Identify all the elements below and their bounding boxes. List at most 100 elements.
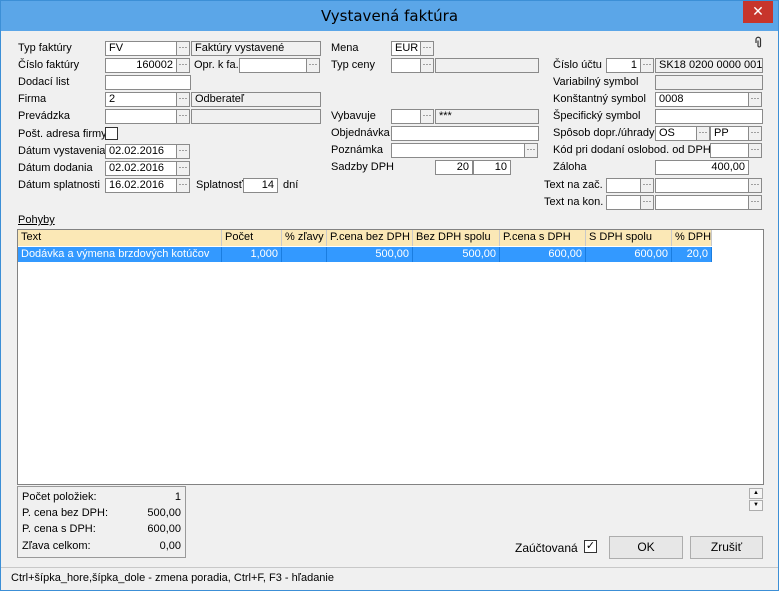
text-na-kon-lookup-button[interactable]: ··· <box>641 195 654 210</box>
text-na-zac-field[interactable] <box>606 178 641 193</box>
pocet-poloziek-value: 1 <box>174 491 181 503</box>
column-header-dph[interactable]: % DPH <box>672 230 712 246</box>
ok-button[interactable]: OK <box>609 536 683 559</box>
table-row-cell-s-dph-spolu[interactable]: 600,00 <box>586 247 672 262</box>
opr-k-fa-field[interactable] <box>239 58 307 73</box>
p-cena-bez-dph-label: P. cena bez DPH: <box>22 507 109 519</box>
typ-ceny-lookup-button[interactable]: ··· <box>421 58 434 73</box>
sposob-uhrady-field[interactable]: PP <box>710 126 749 141</box>
table-row-cell-text[interactable]: Dodávka a výmena brzdových kotúčov <box>18 247 222 262</box>
specificky-symbol-label: Špecifický symbol <box>553 110 641 122</box>
title-bar: Vystavená faktúra ✕ <box>1 1 778 31</box>
cislo-uctu-field[interactable]: 1 <box>606 58 641 73</box>
sadzby-dph-field-2[interactable]: 10 <box>473 160 511 175</box>
p-cena-bez-dph-value: 500,00 <box>147 507 181 519</box>
text-na-zac-lookup-button[interactable]: ··· <box>641 178 654 193</box>
text-na-kon-field[interactable] <box>606 195 641 210</box>
column-header-s-dph-spolu[interactable]: S DPH spolu <box>586 230 672 246</box>
datum-vystavenia-picker-button[interactable]: ··· <box>177 144 190 159</box>
poznamka-lookup-button[interactable]: ··· <box>525 143 538 158</box>
konstantny-symbol-field[interactable]: 0008 <box>655 92 749 107</box>
summary-panel: Počet položiek: 1 P. cena bez DPH: 500,0… <box>17 486 186 558</box>
column-header-zlavy[interactable]: % zľavy <box>282 230 327 246</box>
datum-dodania-field[interactable]: 02.02.2016 <box>105 161 177 176</box>
pohyby-grid[interactable]: Text Počet % zľavy P.cena bez DPH Bez DP… <box>17 229 764 485</box>
mena-label: Mena <box>331 42 359 54</box>
cislo-uctu-lookup-button[interactable]: ··· <box>641 58 654 73</box>
p-cena-s-dph-value: 600,00 <box>147 523 181 535</box>
objednavka-field[interactable] <box>391 126 539 141</box>
vybavuje-field[interactable] <box>391 109 421 124</box>
sposob-dopr-label: Spôsob dopr./úhrady <box>553 127 655 139</box>
dodaci-list-field[interactable] <box>105 75 191 90</box>
table-row-cell-pcena-s-dph[interactable]: 600,00 <box>500 247 586 262</box>
prevadzka-lookup-button[interactable]: ··· <box>177 109 190 124</box>
pocet-poloziek-label: Počet položiek: <box>22 491 97 503</box>
status-bar: Ctrl+šípka_hore,šípka_dole - zmena porad… <box>1 567 778 589</box>
vybavuje-lookup-button[interactable]: ··· <box>421 109 434 124</box>
konstantny-symbol-lookup-button[interactable]: ··· <box>749 92 762 107</box>
mena-field[interactable]: EUR <box>391 41 421 56</box>
typ-faktury-field[interactable]: FV <box>105 41 177 56</box>
sadzby-dph-field-1[interactable]: 20 <box>435 160 473 175</box>
datum-vystavenia-field[interactable]: 02.02.2016 <box>105 144 177 159</box>
datum-dodania-label: Dátum dodania <box>18 162 93 174</box>
datum-splatnosti-field[interactable]: 16.02.2016 <box>105 178 177 193</box>
text-na-kon-desc-button[interactable]: ··· <box>749 195 762 210</box>
firma-field[interactable]: 2 <box>105 92 177 107</box>
kod-oslobod-lookup-button[interactable]: ··· <box>749 143 762 158</box>
zrusit-button[interactable]: Zrušiť <box>690 536 763 559</box>
spin-down-button[interactable]: ▼ <box>749 500 763 511</box>
firma-lookup-button[interactable]: ··· <box>177 92 190 107</box>
objednavka-label: Objednávka <box>331 127 390 139</box>
specificky-symbol-field[interactable] <box>655 109 763 124</box>
table-row-cell-dph[interactable]: 20,0 <box>672 247 712 262</box>
prevadzka-field[interactable] <box>105 109 177 124</box>
column-header-text[interactable]: Text <box>18 230 222 246</box>
vybavuje-label: Vybavuje <box>331 110 376 122</box>
zauctovana-checkbox[interactable]: ✓ <box>584 540 597 553</box>
typ-faktury-desc: Faktúry vystavené <box>191 41 321 56</box>
sposob-dopr-field[interactable]: OS <box>655 126 697 141</box>
mena-lookup-button[interactable]: ··· <box>421 41 434 56</box>
close-button[interactable]: ✕ <box>743 1 773 23</box>
opr-k-fa-lookup-button[interactable]: ··· <box>307 58 320 73</box>
typ-ceny-field[interactable] <box>391 58 421 73</box>
vybavuje-desc: *** <box>435 109 539 124</box>
zaloha-field[interactable]: 400,00 <box>655 160 749 175</box>
cislo-faktury-lookup-button[interactable]: ··· <box>177 58 190 73</box>
table-row-cell-pcena-bez-dph[interactable]: 500,00 <box>327 247 413 262</box>
table-row-cell-zlavy[interactable] <box>282 247 327 262</box>
cislo-faktury-field[interactable]: 160002 <box>105 58 177 73</box>
attachment-icon[interactable] <box>752 36 766 50</box>
text-na-kon-desc[interactable] <box>655 195 749 210</box>
table-row-cell-bez-dph-spolu[interactable]: 500,00 <box>413 247 500 262</box>
typ-ceny-label: Typ ceny <box>331 59 376 71</box>
kod-oslobod-field[interactable] <box>710 143 749 158</box>
splatnost-field[interactable]: 14 <box>243 178 278 193</box>
column-header-pocet[interactable]: Počet <box>222 230 282 246</box>
datum-splatnosti-picker-button[interactable]: ··· <box>177 178 190 193</box>
column-header-pcena-bez-dph[interactable]: P.cena bez DPH <box>327 230 413 246</box>
text-na-zac-desc-button[interactable]: ··· <box>749 178 762 193</box>
prevadzka-label: Prevádzka <box>18 110 70 122</box>
poznamka-field[interactable] <box>391 143 525 158</box>
sposob-dopr-lookup-button[interactable]: ··· <box>697 126 710 141</box>
column-header-pcena-s-dph[interactable]: P.cena s DPH <box>500 230 586 246</box>
text-na-zac-desc[interactable] <box>655 178 749 193</box>
opr-k-fa-label: Opr. k fa. <box>194 59 239 71</box>
datum-vystavenia-label: Dátum vystavenia <box>18 145 106 157</box>
sadzby-dph-label: Sadzby DPH <box>331 161 394 173</box>
table-row-cell-pocet[interactable]: 1,000 <box>222 247 282 262</box>
spin-up-button[interactable]: ▲ <box>749 488 763 499</box>
sposob-uhrady-lookup-button[interactable]: ··· <box>749 126 762 141</box>
p-cena-s-dph-label: P. cena s DPH: <box>22 523 96 535</box>
invoice-window: Vystavená faktúra ✕ Typ faktúry FV ··· F… <box>0 0 779 591</box>
cislo-uctu-label: Číslo účtu <box>553 59 602 71</box>
datum-splatnosti-label: Dátum splatnosti <box>18 179 100 191</box>
typ-faktury-lookup-button[interactable]: ··· <box>177 41 190 56</box>
zlava-celkom-value: 0,00 <box>159 540 181 552</box>
datum-dodania-picker-button[interactable]: ··· <box>177 161 190 176</box>
post-adresa-checkbox[interactable] <box>105 127 118 140</box>
column-header-bez-dph-spolu[interactable]: Bez DPH spolu <box>413 230 500 246</box>
